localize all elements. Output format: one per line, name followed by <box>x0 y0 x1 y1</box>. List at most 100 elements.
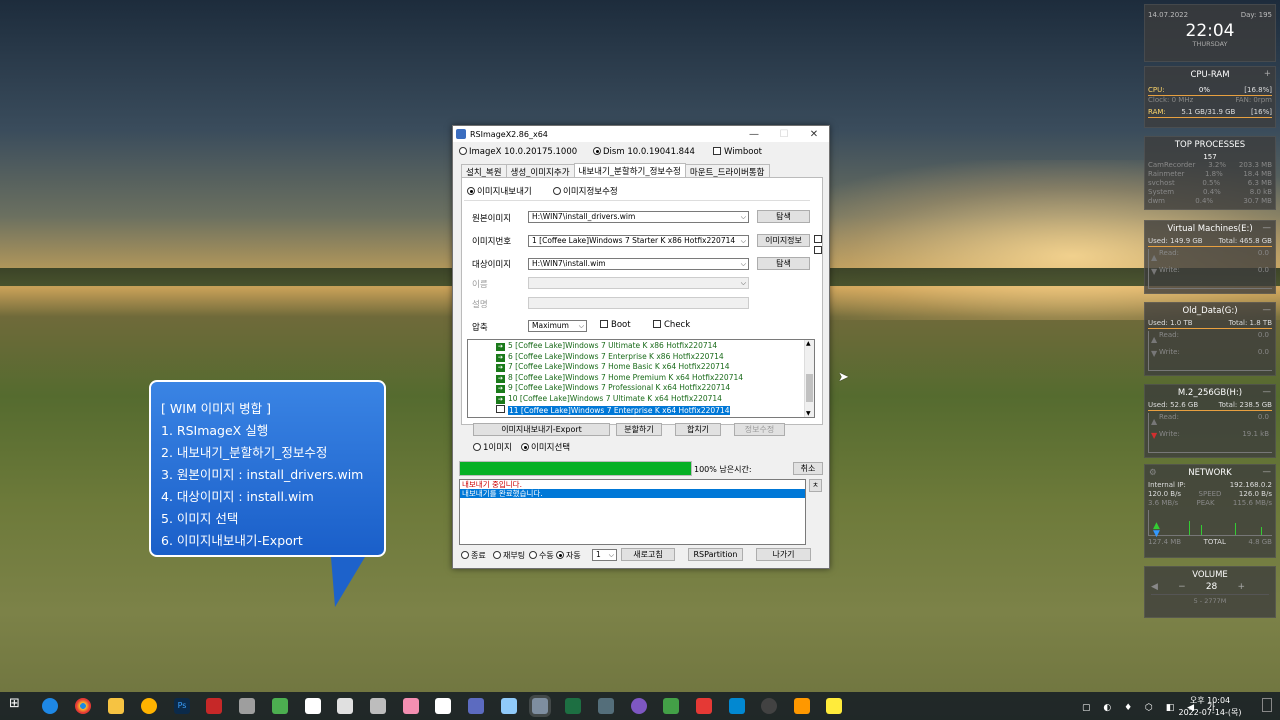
engine-dism-option[interactable]: Dism 10.0.19041.844 <box>593 147 695 157</box>
mode-info-option[interactable]: 이미지정보수정 <box>553 185 618 197</box>
windows-start-icon[interactable]: ⊞ <box>9 696 25 712</box>
app-icon-11[interactable] <box>501 698 517 714</box>
app-icon-17[interactable] <box>761 698 777 714</box>
app-icon-6[interactable] <box>337 698 353 714</box>
app-icon-3[interactable] <box>239 698 255 714</box>
log-clear-button[interactable]: ㅊ <box>809 479 822 492</box>
drive-write-value: 0.0 <box>1257 266 1269 274</box>
engine-imagex-label: ImageX 10.0.20175.1000 <box>469 147 578 157</box>
index-checkbox-2[interactable] <box>814 246 822 254</box>
select-image-option[interactable]: 이미지선택 <box>521 441 570 453</box>
collapse-icon[interactable]: — <box>1263 467 1272 477</box>
app-icon <box>456 129 466 139</box>
edge-icon[interactable] <box>42 698 58 714</box>
exit-button[interactable]: 나가기 <box>756 548 811 561</box>
mode-export-option[interactable]: 이미지내보내기 <box>467 185 532 197</box>
tree-item[interactable]: ➔ 5 [Coffee Lake]Windows 7 Ultimate K x86… <box>496 341 717 351</box>
split-button[interactable]: 분할하기 <box>616 423 662 436</box>
volume-up-button[interactable]: + <box>1237 583 1245 592</box>
rspartition-button[interactable]: RSPartition <box>688 548 743 561</box>
target-image-combo[interactable]: H:\WIN7\install.wim ⌵ <box>528 258 749 270</box>
collapse-icon[interactable]: — <box>1263 223 1272 233</box>
kakaotalk-icon[interactable] <box>826 698 842 714</box>
engine-imagex-option[interactable]: ImageX 10.0.20175.1000 <box>459 147 577 157</box>
count-select[interactable]: 1 ⌵ <box>592 549 617 561</box>
image-tree[interactable]: ➔ 5 [Coffee Lake]Windows 7 Ultimate K x86… <box>467 339 815 418</box>
after-manual-option[interactable]: 수동 <box>529 550 554 561</box>
drive-gadget: Old_Data(G:) — Used: 1.0 TB Total: 1.8 TB … <box>1144 302 1276 376</box>
after-auto-option[interactable]: 자동 <box>556 550 581 561</box>
image-index-combo[interactable]: 1 [Coffee Lake]Windows 7 Starter K x86 H… <box>528 235 749 247</box>
after-reboot-option[interactable]: 재부팅 <box>493 550 525 561</box>
index-checkbox-1[interactable] <box>814 235 822 243</box>
photoshop-icon[interactable]: Ps <box>174 698 190 714</box>
collapse-icon[interactable]: — <box>1263 305 1272 315</box>
title-bar[interactable]: RSImageX2.86_x64 — ☐ ✕ <box>453 126 829 142</box>
app-icon-12[interactable] <box>598 698 614 714</box>
app-icon-18[interactable] <box>794 698 810 714</box>
speaker-icon[interactable]: ◀ <box>1151 583 1158 592</box>
app-icon-7[interactable] <box>370 698 386 714</box>
process-row: dwm 0.4% 30.7 MB <box>1145 197 1275 206</box>
tree-item[interactable]: ➔ 9 [Coffee Lake]Windows 7 Professional K… <box>496 383 730 394</box>
process-mem: 18.4 MB <box>1243 170 1272 178</box>
tree-item[interactable]: ➔ 8 [Coffee Lake]Windows 7 Home Premium K… <box>496 373 743 383</box>
app-icon-4[interactable] <box>272 698 288 714</box>
expand-icon[interactable]: + <box>1264 69 1271 79</box>
source-image-combo[interactable]: H:\WIN7\install_drivers.wim ⌵ <box>528 211 749 223</box>
scroll-up-icon[interactable]: ▲ <box>806 340 811 347</box>
app-icon-5[interactable] <box>305 698 321 714</box>
refresh-button[interactable]: 새로고침 <box>621 548 675 561</box>
browse-source-button[interactable]: 탐색 <box>757 210 810 223</box>
collapse-icon[interactable]: — <box>1263 387 1272 397</box>
merge-button[interactable]: 합치기 <box>675 423 721 436</box>
tree-item[interactable]: ➔ 7 [Coffee Lake]Windows 7 Home Basic K x… <box>496 362 730 373</box>
cpu-ram-gadget: CPU-RAM + CPU: 0% [16.8%] Clock: 0 MHz FAN: … <box>1144 66 1276 128</box>
export-button[interactable]: 이미지내보내기-Export <box>473 423 610 436</box>
tree-item[interactable]: ➔ 6 [Coffee Lake]Windows 7 Enterprise K x… <box>496 352 724 362</box>
check-checkbox[interactable]: Check <box>653 320 690 330</box>
check-label: Check <box>664 320 691 330</box>
network-title: NETWORK <box>1188 468 1232 478</box>
after-exit-option[interactable]: 종료 <box>461 550 486 561</box>
app-icon-15[interactable] <box>696 698 712 714</box>
chrome-icon[interactable] <box>75 698 91 714</box>
drive-title: M.2_256GB(H:) <box>1177 388 1243 398</box>
file-explorer-icon[interactable] <box>108 698 124 714</box>
edit-info-button[interactable]: 정보수정 <box>734 423 785 436</box>
close-button[interactable]: ✕ <box>799 129 829 140</box>
taskbar-date[interactable]: 2022-07-14-(목) <box>1172 707 1248 718</box>
minimize-button[interactable]: — <box>739 129 769 140</box>
taskbar-time[interactable]: 오후 10:04 <box>1175 695 1245 706</box>
clock-day: Day: 195 <box>1240 11 1272 19</box>
volume-down-button[interactable]: − <box>1178 583 1186 592</box>
rsimagex-taskbar-icon[interactable] <box>532 698 548 714</box>
boot-checkbox[interactable]: Boot <box>600 320 631 330</box>
app-icon-16[interactable] <box>729 698 745 714</box>
maximize-button[interactable]: ☐ <box>769 129 799 140</box>
one-image-option[interactable]: 1이미지 <box>473 441 512 453</box>
wimboot-checkbox[interactable]: Wimboot <box>713 147 762 157</box>
settings-icon[interactable]: ⚙ <box>1149 468 1157 478</box>
excel-icon[interactable] <box>565 698 581 714</box>
app-icon-9[interactable] <box>435 698 451 714</box>
notification-icon[interactable] <box>1262 698 1272 712</box>
app-icon-2[interactable] <box>206 698 222 714</box>
write-arrow-icon: ▼ <box>1151 431 1158 440</box>
scroll-thumb[interactable] <box>806 374 813 402</box>
app-icon-10[interactable] <box>468 698 484 714</box>
tree-item[interactable]: ➔ 10 [Coffee Lake]Windows 7 Ultimate K x6… <box>496 394 722 404</box>
app-icon-13[interactable] <box>631 698 647 714</box>
app-icon-14[interactable] <box>663 698 679 714</box>
compression-select[interactable]: Maximum ⌵ <box>528 320 587 332</box>
tree-item[interactable]: 11 [Coffee Lake]Windows 7 Enterprise K x… <box>496 404 731 416</box>
scroll-down-icon[interactable]: ▼ <box>806 410 811 417</box>
browse-target-button[interactable]: 탐색 <box>757 257 810 270</box>
app-icon-1[interactable] <box>141 698 157 714</box>
cancel-button[interactable]: 취소 <box>793 462 823 475</box>
log-box[interactable]: 내보내기 중입니다. 내보내기를 완료했습니다. <box>459 479 806 545</box>
app-icon-8[interactable] <box>403 698 419 714</box>
image-info-button[interactable]: 이미지정보 <box>757 234 810 247</box>
callout-line: 6. 이미지내보내기-Export <box>161 533 303 548</box>
tree-scrollbar[interactable]: ▲ ▼ <box>804 340 814 417</box>
